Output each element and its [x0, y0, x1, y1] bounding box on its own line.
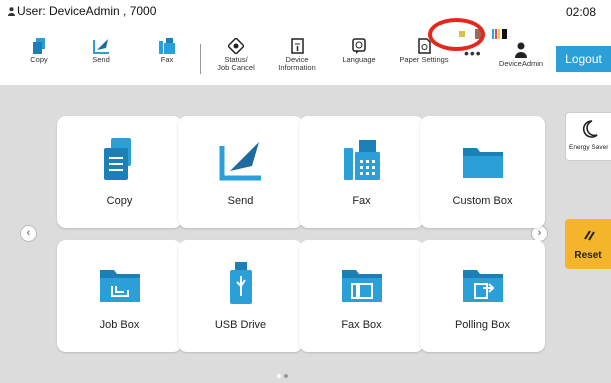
- toolbar-user-button[interactable]: DeviceAdmin: [495, 42, 547, 68]
- toolbar-paper-settings-label: Paper Settings: [399, 55, 449, 64]
- toolbar-fax-label: Fax: [160, 55, 174, 64]
- tile-copy[interactable]: Copy: [57, 116, 182, 228]
- tile-job-box-label: Job Box: [99, 319, 140, 331]
- tile-custom-box[interactable]: Custom Box: [420, 116, 545, 228]
- logout-button[interactable]: Logout: [556, 46, 611, 72]
- toolbar-paper-settings-button[interactable]: Paper Settings: [396, 38, 452, 64]
- energy-saver-label: Energy Saver: [569, 144, 609, 151]
- copy-icon: [103, 138, 131, 180]
- clock: 02:08: [566, 5, 597, 19]
- tile-send-label: Send: [227, 195, 254, 207]
- language-icon: [352, 38, 366, 54]
- tile-job-box[interactable]: Job Box: [57, 240, 182, 352]
- tile-usb-drive-label: USB Drive: [214, 319, 267, 331]
- toolbar-fax-button[interactable]: Fax: [152, 38, 182, 64]
- page-dot-2: [284, 374, 288, 378]
- toolbar-send-label: Send: [92, 55, 110, 64]
- tile-custom-box-label: Custom Box: [452, 195, 513, 207]
- tile-send[interactable]: Send: [178, 116, 303, 228]
- send-icon: [92, 39, 109, 54]
- user-icon: [515, 42, 527, 58]
- user-small-icon: [8, 7, 15, 16]
- toolbar-divider: [200, 44, 201, 74]
- polling-box-icon: [462, 270, 503, 302]
- page-left-arrow[interactable]: ‹: [20, 225, 37, 242]
- toolbar-send-button[interactable]: Send: [84, 38, 118, 64]
- reset-button[interactable]: Reset: [565, 219, 611, 269]
- top-bar: User: DeviceAdmin , 7000 02:08 Copy Send…: [0, 0, 611, 85]
- toolbar-copy-label: Copy: [30, 55, 48, 64]
- tile-fax-box-label: Fax Box: [341, 319, 382, 331]
- paper-settings-icon: [417, 38, 431, 54]
- toolbar-device-info-label-2: Information: [278, 63, 316, 72]
- toolbar-language-label: Language: [342, 55, 376, 64]
- reset-icon: [584, 230, 595, 241]
- job-box-icon: [99, 270, 140, 302]
- fax-icon: [159, 38, 175, 54]
- tile-fax[interactable]: Fax: [299, 116, 424, 228]
- usb-drive-icon: [229, 262, 252, 304]
- moon-icon: [582, 120, 598, 138]
- page-dot-1: [277, 374, 281, 378]
- toolbar-device-info-button[interactable]: Device Information: [272, 38, 322, 72]
- tile-usb-drive[interactable]: USB Drive: [178, 240, 303, 352]
- toolbar-user-label: DeviceAdmin: [498, 59, 544, 68]
- tile-polling-box-label: Polling Box: [454, 319, 511, 331]
- tile-fax-box[interactable]: Fax Box: [299, 240, 424, 352]
- folder-icon: [462, 148, 503, 178]
- toolbar-copy-button[interactable]: Copy: [22, 38, 56, 64]
- tile-polling-box[interactable]: Polling Box: [420, 240, 545, 352]
- copy-icon: [33, 38, 45, 54]
- page-indicator: [277, 365, 291, 383]
- fax-box-icon: [341, 270, 382, 302]
- user-status: User: DeviceAdmin , 7000: [8, 4, 156, 18]
- reset-label: Reset: [574, 250, 602, 261]
- more-button[interactable]: •••: [464, 45, 482, 61]
- toolbar-language-button[interactable]: Language: [338, 38, 380, 64]
- status-icon: [228, 38, 244, 54]
- fax-icon: [343, 140, 380, 180]
- energy-saver-button[interactable]: Energy Saver: [565, 112, 611, 161]
- tile-fax-label: Fax: [352, 195, 371, 207]
- send-icon: [219, 142, 261, 181]
- toolbar-status-button[interactable]: Status/ Job Cancel: [210, 38, 262, 72]
- toolbar-status-label-2: Job Cancel: [217, 63, 255, 72]
- device-info-icon: [290, 38, 304, 54]
- user-label: User: DeviceAdmin , 7000: [17, 4, 157, 18]
- tile-copy-label: Copy: [106, 195, 133, 207]
